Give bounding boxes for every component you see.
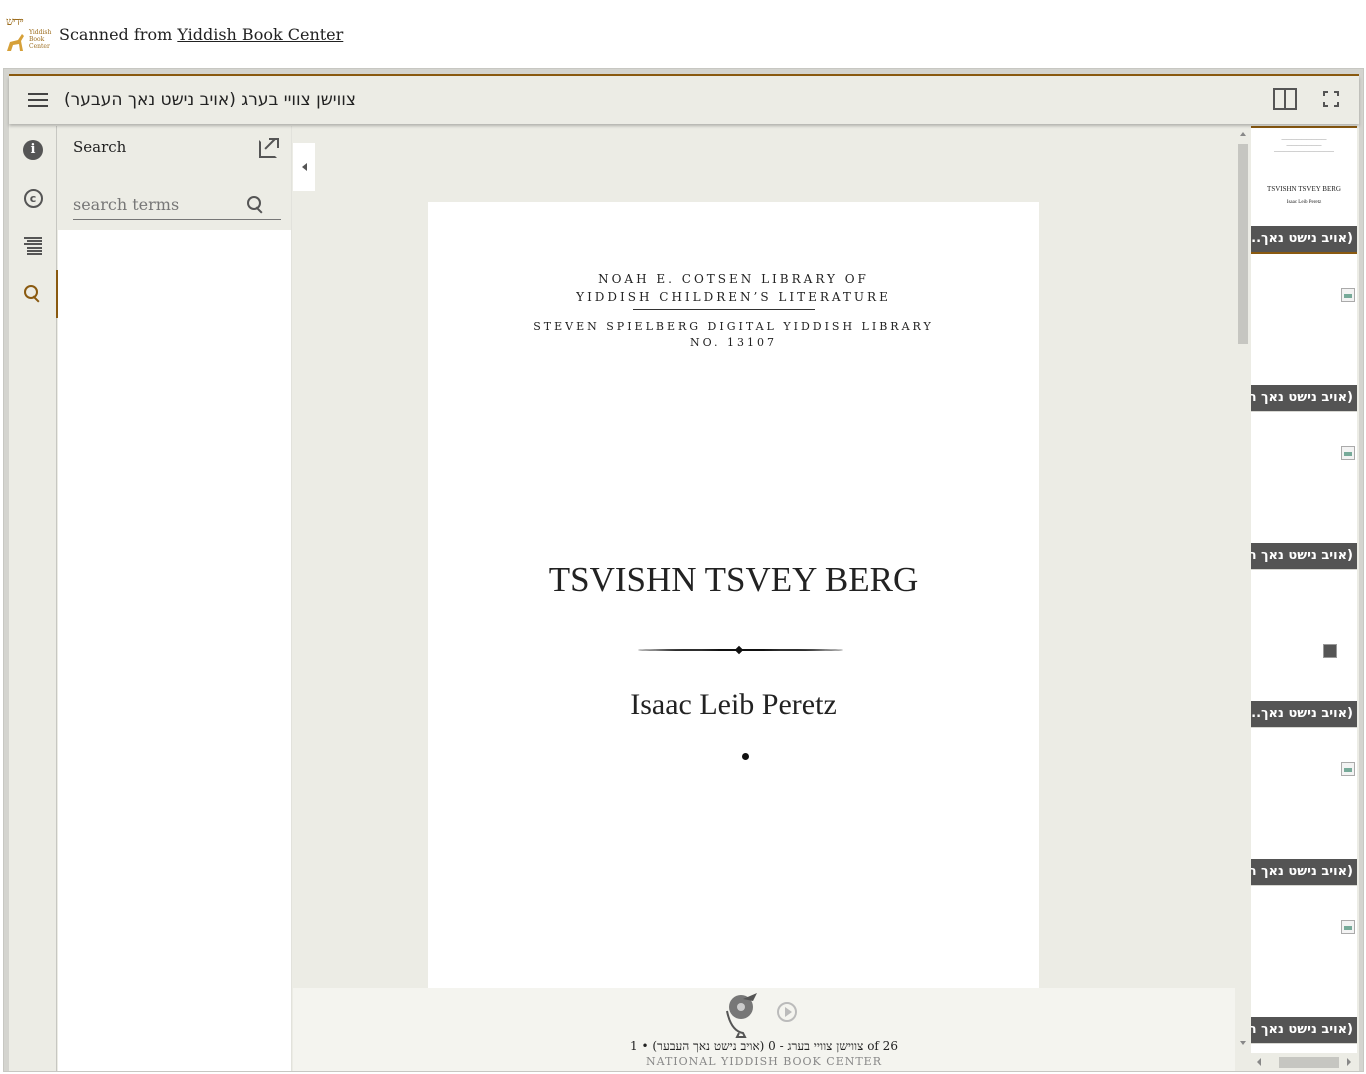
attribution-bar: יידיש Yiddish Book Center Scanned from Y… [0, 0, 1366, 68]
horizontal-scroll-thumb[interactable] [1279, 1057, 1339, 1068]
rights-button[interactable]: c [9, 174, 57, 222]
ornament-divider [638, 648, 843, 652]
fullscreen-icon[interactable] [1323, 91, 1339, 107]
search-panel-title: Search [73, 138, 127, 156]
two-page-view-icon[interactable] [1273, 88, 1297, 110]
scroll-left-icon[interactable] [1257, 1058, 1261, 1066]
side-navigation-rail: i c [9, 126, 58, 1071]
thumbnail-item[interactable]: ――――――――― ――――――― ―――――――――――― TSVISHN TSV… [1251, 126, 1357, 254]
thumbnail-caption: (אויב נישט נאך העבער [1251, 543, 1357, 569]
thumbnail-caption: (אויב נישט נאך... [1251, 226, 1357, 252]
copyright-icon: c [23, 188, 43, 208]
yiddish-book-center-logo[interactable]: יידיש Yiddish Book Center [4, 15, 54, 53]
table-of-contents-icon [24, 237, 42, 255]
page-credit: NATIONAL YIDDISH BOOK CENTER [645, 1055, 882, 1068]
page-book-title: TSVISHN TSVEY BERG [548, 560, 919, 599]
reader-frame: צווישן צוויי בערג (אויב נישט נאך העבער) … [9, 74, 1359, 1071]
search-submit-icon[interactable] [247, 196, 265, 214]
logo-sub-text: Yiddish Book Center [29, 29, 52, 50]
thumbnail-caption: (אויב נישט נאך... [1251, 701, 1357, 727]
scroll-thumb[interactable] [1238, 144, 1248, 344]
page-author: Isaac Leib Peretz [630, 688, 837, 721]
open-in-new-icon[interactable] [259, 138, 279, 158]
search-icon [24, 285, 42, 303]
vertical-scrollbar[interactable] [1236, 126, 1250, 1071]
broken-image-icon [1341, 762, 1355, 776]
collapse-panel-button[interactable] [293, 143, 315, 191]
scroll-right-icon[interactable] [1347, 1058, 1351, 1066]
search-input[interactable] [73, 195, 243, 214]
peacock-logo-icon [726, 993, 757, 1038]
scroll-up-icon[interactable] [1240, 132, 1246, 136]
deer-icon [7, 34, 24, 51]
page-view: NOAH E. COTSEN LIBRARY OF YIDDISH CHILDR… [293, 126, 1235, 1071]
info-icon: i [23, 140, 43, 160]
thumbnail-image [1323, 644, 1337, 658]
library-heading: NOAH E. COTSEN LIBRARY OF YIDDISH CHILDR… [576, 272, 891, 304]
thumbnail-item[interactable]: (אויב נישט נאך העבער [1251, 758, 1357, 886]
reader-topbar: צווישן צוויי בערג (אויב נישט נאך העבער) [9, 76, 1359, 124]
view-controls [1273, 88, 1339, 110]
thumbnail-strip: ――――――――― ――――――― ―――――――――――― TSVISHN TSV… [1251, 126, 1357, 1071]
thumbnail-item[interactable]: (אויב נישט נאך העבער [1251, 284, 1357, 412]
search-field [73, 190, 281, 220]
book-page[interactable]: NOAH E. COTSEN LIBRARY OF YIDDISH CHILDR… [428, 202, 1039, 1071]
thumbnail-item[interactable]: (אויב נישט נאך העבער [1251, 916, 1357, 1044]
thumbnail-item[interactable]: (אויב נישט נאך... [1251, 600, 1357, 728]
broken-image-icon [1341, 288, 1355, 302]
broken-image-icon [1341, 446, 1355, 460]
contents-button[interactable] [9, 222, 57, 270]
thumbnail-caption: (אויב נישט נאך העבער [1251, 859, 1357, 885]
book-reader: צווישן צוויי בערג (אויב נישט נאך העבער) … [3, 68, 1364, 1072]
broken-image-icon [1341, 920, 1355, 934]
yiddish-book-center-link[interactable]: Yiddish Book Center [177, 25, 343, 44]
search-panel: Search [58, 126, 292, 1071]
thumbnail-caption: (אויב נישט נאך העבער [1251, 385, 1357, 411]
page-number-label: צווישן צוויי בערג - 0 (אויב נישט נאך העב… [630, 1039, 898, 1053]
thumbnail-preview: ――――――――― ――――――― ―――――――――――― TSVISHN TSV… [1267, 138, 1341, 205]
play-icon[interactable] [777, 1002, 797, 1022]
horizontal-scrollbar[interactable] [1251, 1053, 1357, 1071]
thumbnail-caption: (אויב נישט נאך העבער [1251, 1017, 1357, 1043]
book-title: צווישן צוויי בערג (אויב נישט נאך העבער) [64, 90, 356, 110]
menu-icon[interactable] [28, 93, 48, 107]
search-tab-button[interactable] [9, 270, 58, 318]
heading-rule [633, 309, 815, 310]
library-subheading: STEVEN SPIELBERG DIGITAL YIDDISH LIBRARY… [533, 320, 934, 349]
ornament-dot [742, 753, 749, 760]
thumbnail-item[interactable]: (אויב נישט נאך העבער [1251, 442, 1357, 570]
about-button[interactable]: i [9, 126, 57, 174]
search-panel-header: Search [58, 126, 291, 230]
logo-hebrew-text: יידיש [6, 15, 24, 28]
scroll-down-icon[interactable] [1240, 1041, 1246, 1045]
attribution-text: Scanned from Yiddish Book Center [59, 24, 344, 44]
